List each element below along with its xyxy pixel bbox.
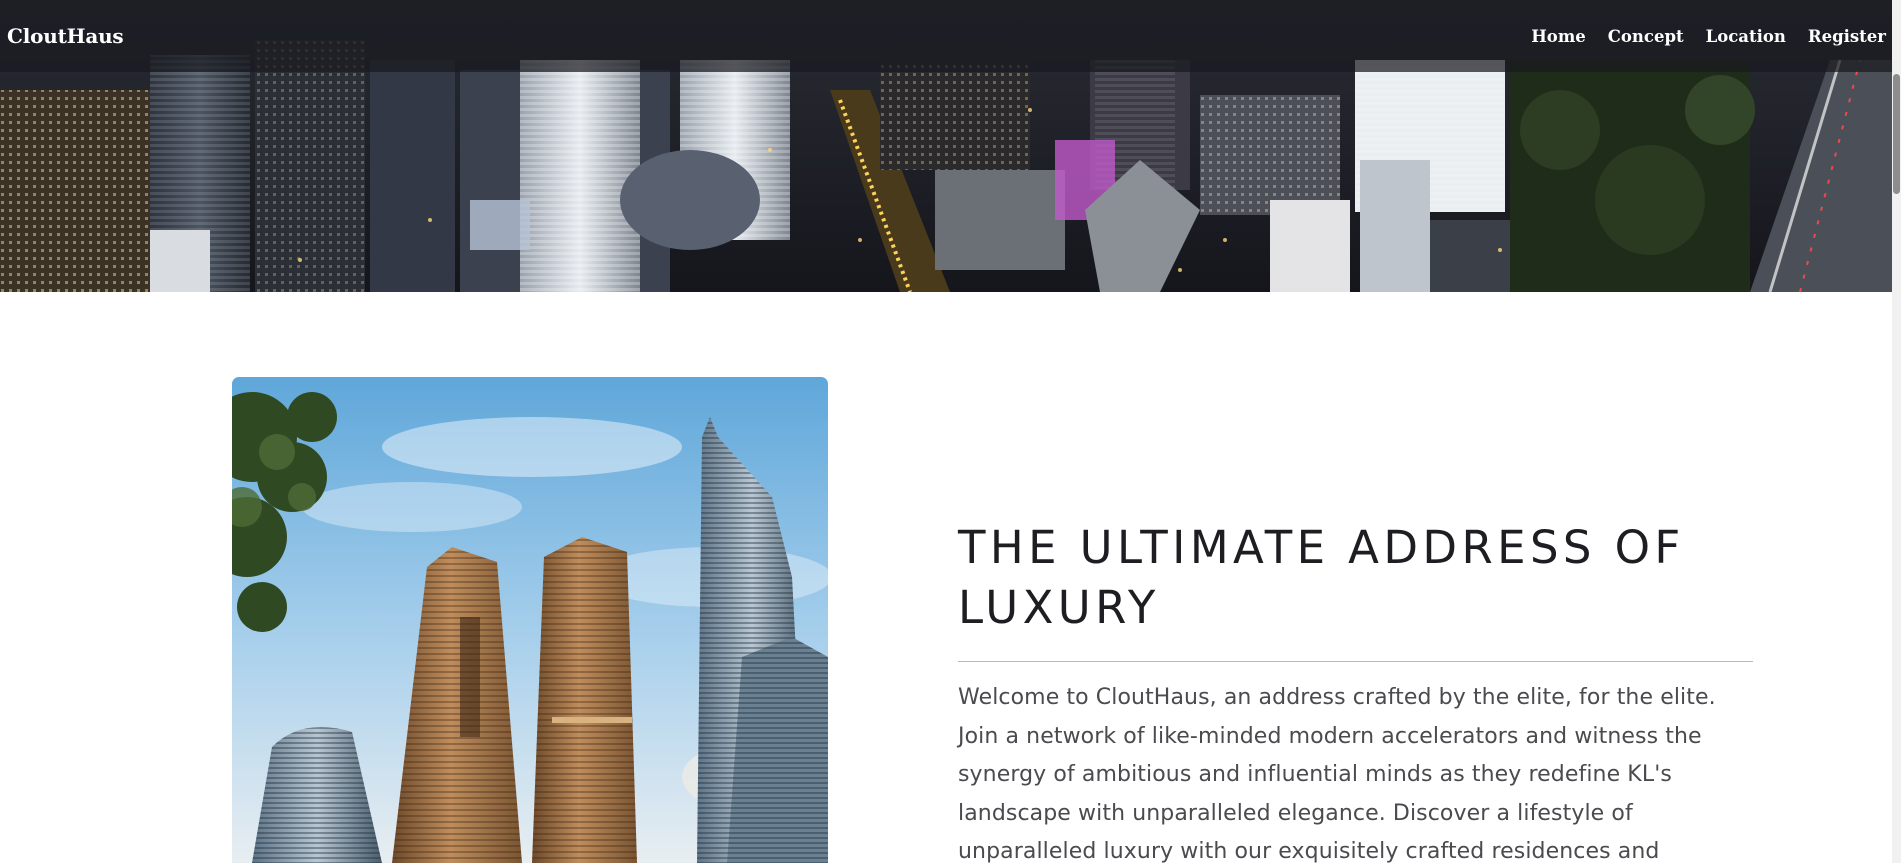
page-scrollbar[interactable] — [1892, 0, 1901, 863]
top-navbar: CloutHaus Home Concept Location Register — [0, 0, 1892, 72]
title-divider — [958, 661, 1753, 662]
page: CloutHaus Home Concept Location Register — [0, 0, 1901, 863]
nav-link-home[interactable]: Home — [1531, 27, 1586, 46]
nav-link-location[interactable]: Location — [1706, 27, 1786, 46]
towers-feature-image — [232, 377, 828, 863]
page-title: THE ULTIMATE ADDRESS OF LUXURY — [958, 521, 1685, 634]
intro-section: THE ULTIMATE ADDRESS OF LUXURY Welcome t… — [958, 518, 1753, 863]
nav-link-register[interactable]: Register — [1808, 27, 1886, 46]
nav-link-concept[interactable]: Concept — [1608, 27, 1684, 46]
nav-links: Home Concept Location Register — [1509, 27, 1886, 46]
brand-logo[interactable]: CloutHaus — [7, 24, 124, 48]
scrollbar-thumb[interactable] — [1893, 74, 1900, 194]
intro-paragraph: Welcome to CloutHaus, an address crafted… — [958, 685, 1716, 863]
